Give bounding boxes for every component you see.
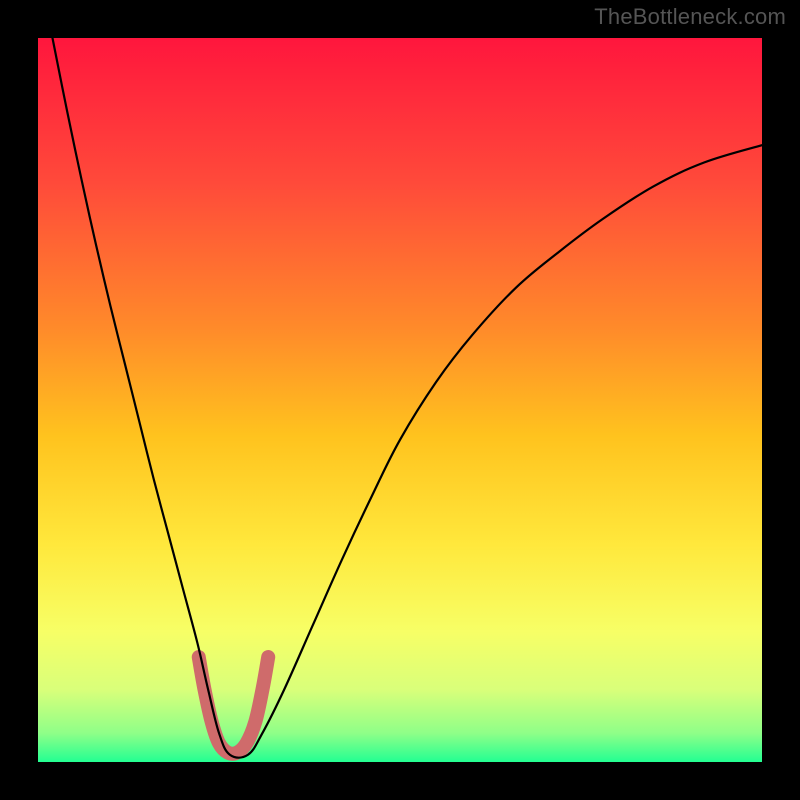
plot-background [38,38,762,762]
watermark-label: TheBottleneck.com [594,4,786,30]
bottleneck-plot [0,0,800,800]
chart-stage: TheBottleneck.com [0,0,800,800]
